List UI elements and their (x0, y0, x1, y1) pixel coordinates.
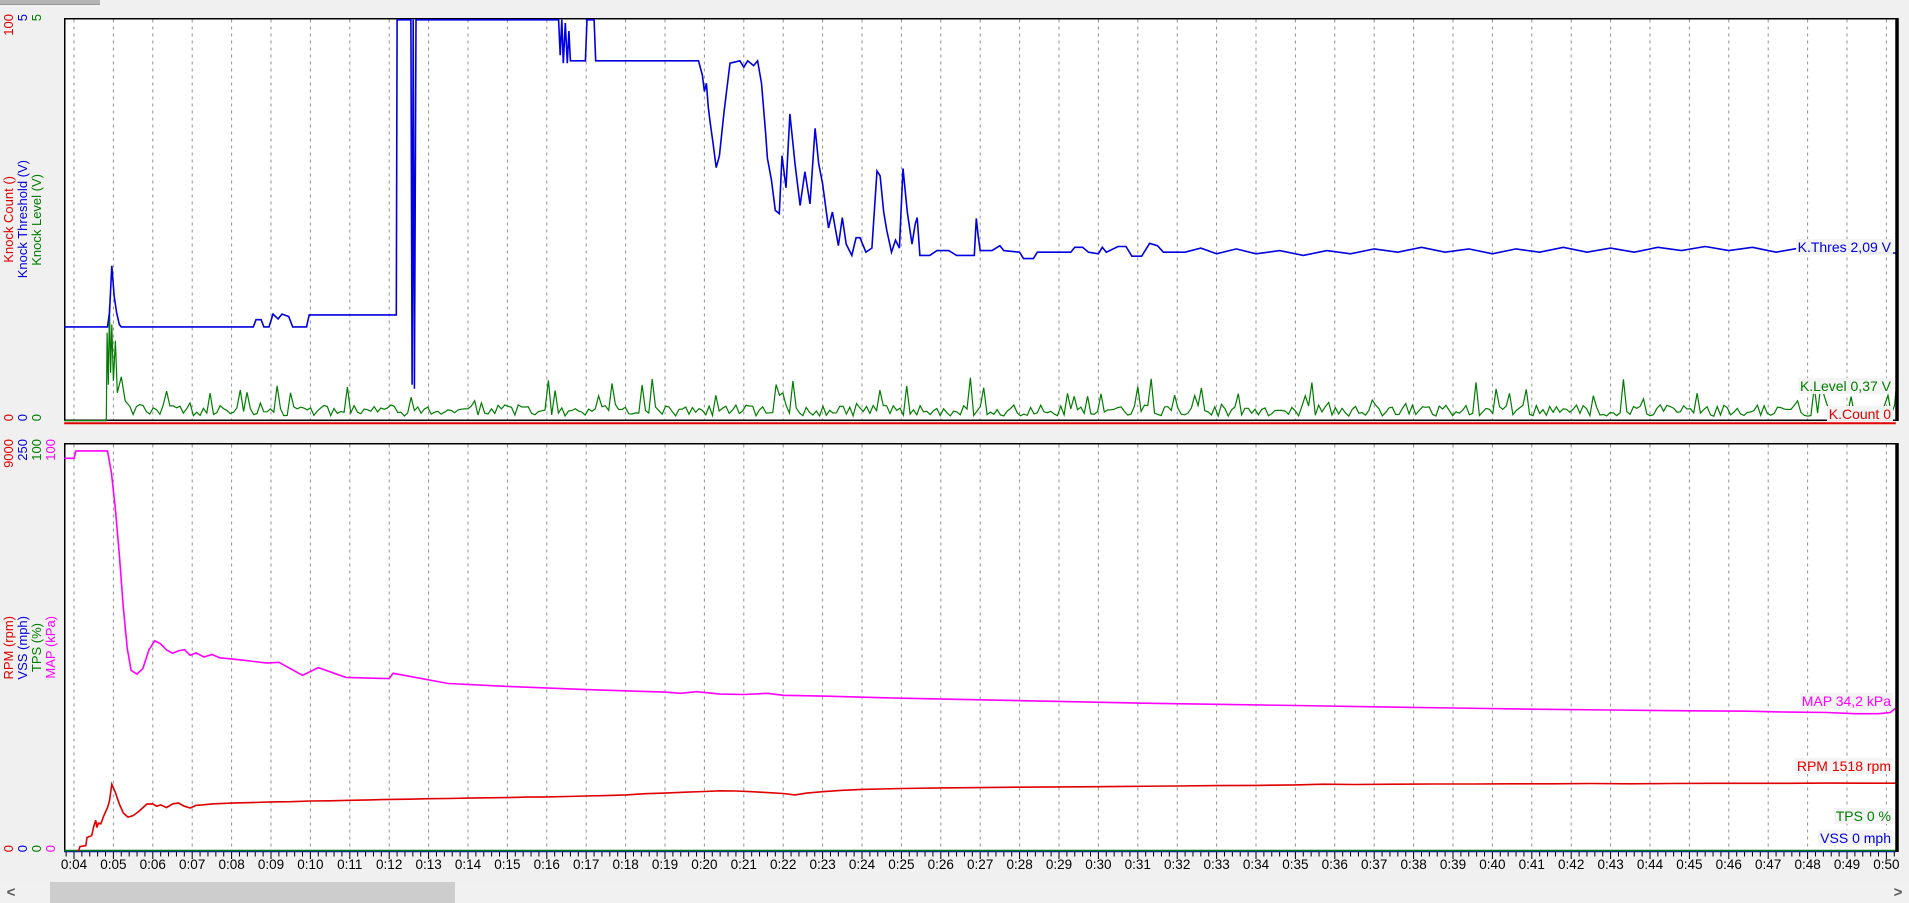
x-axis-tick-label: 0:26 (919, 857, 963, 872)
x-axis-tick-label: 0:19 (643, 857, 687, 872)
x-axis-tick-label: 0:07 (170, 857, 214, 872)
x-axis-tick-label: 0:29 (1037, 857, 1081, 872)
x-axis-tick-label: 0:28 (998, 857, 1042, 872)
knock-chart-plot[interactable] (64, 14, 1900, 428)
series-value-label: VSS 0 mph (1818, 830, 1893, 846)
plot-background (65, 444, 1897, 852)
x-axis-tick-label: 0:27 (958, 857, 1002, 872)
x-axis-tick-label: 0:36 (1313, 857, 1357, 872)
y-axis-max-label: 9000 (1, 439, 16, 495)
y-axis-min-label: 0 (1, 395, 16, 421)
y-axis-max-label: 100 (43, 439, 58, 495)
x-axis-tick-label: 0:04 (52, 857, 96, 872)
x-axis-tick-label: 0:49 (1825, 857, 1869, 872)
x-axis-tick-label: 0:43 (1589, 857, 1633, 872)
series-value-label: K.Count 0 (1827, 406, 1893, 422)
x-axis-tick-label: 0:16 (525, 857, 569, 872)
x-axis-tick-label: 0:20 (682, 857, 726, 872)
x-axis-tick-label: 0:21 (722, 857, 766, 872)
y-axis-title: Knock Threshold (V) (15, 18, 30, 421)
series-value-label: K.Thres 2,09 V (1796, 239, 1893, 255)
x-axis-tick-label: 0:35 (1273, 857, 1317, 872)
x-axis-tick-label: 0:45 (1667, 857, 1711, 872)
y-axis-min-label: 0 (43, 826, 58, 852)
series-value-label: K.Level 0,37 V (1798, 378, 1893, 394)
x-axis-tick-label: 0:37 (1352, 857, 1396, 872)
y-axis-max-label: 5 (15, 14, 30, 70)
x-axis-tick-label: 0:44 (1628, 857, 1672, 872)
y-axis-max-label: 100 (1, 14, 16, 70)
x-axis-tick-label: 0:25 (879, 857, 923, 872)
x-axis-tick-label: 0:40 (1470, 857, 1514, 872)
plot-background (65, 19, 1897, 421)
y-axis-min-label: 0 (29, 395, 44, 421)
x-axis-tick-label: 0:30 (1076, 857, 1120, 872)
series-value-label: TPS 0 % (1834, 808, 1893, 824)
x-axis-tick-label: 0:50 (1864, 857, 1908, 872)
y-axis-min-label: 0 (1, 826, 16, 852)
x-axis-tick-label: 0:06 (131, 857, 175, 872)
scrollbar-thumb[interactable] (50, 882, 455, 903)
y-axis-min-label: 0 (15, 395, 30, 421)
series-value-label: RPM 1518 rpm (1795, 758, 1893, 774)
x-axis-tick-label: 0:48 (1786, 857, 1830, 872)
x-axis-tick-label: 0:14 (446, 857, 490, 872)
x-axis-tick-label: 0:39 (1431, 857, 1475, 872)
x-axis-tick-label: 0:34 (1234, 857, 1278, 872)
x-axis-tick-label: 0:33 (1195, 857, 1239, 872)
y-axis-min-label: 0 (15, 826, 30, 852)
x-axis-tick-label: 0:05 (91, 857, 135, 872)
x-axis-tick-label: 0:18 (604, 857, 648, 872)
y-axis-title: VSS (mph) (15, 443, 30, 852)
scroll-left-arrow-icon[interactable]: < (2, 882, 20, 903)
y-axis-max-label: 5 (29, 14, 44, 70)
x-axis-tick-label: 0:42 (1549, 857, 1593, 872)
x-axis-tick-label: 0:09 (249, 857, 293, 872)
x-axis-tick-label: 0:08 (210, 857, 254, 872)
x-axis-tick-label: 0:11 (328, 857, 372, 872)
engine-chart-plot[interactable] (64, 443, 1900, 863)
x-axis-tick-label: 0:31 (1116, 857, 1160, 872)
x-axis-tick-label: 0:41 (1510, 857, 1554, 872)
y-axis-title: MAP (kPa) (43, 443, 58, 852)
x-axis-tick-label: 0:24 (840, 857, 884, 872)
y-axis-title: TPS (%) (29, 443, 44, 852)
scroll-right-arrow-icon[interactable]: > (1889, 882, 1907, 903)
x-axis-tick-label: 0:15 (485, 857, 529, 872)
y-axis-min-label: 0 (29, 826, 44, 852)
series-value-label: MAP 34,2 kPa (1800, 693, 1893, 709)
y-axis-max-label: 250 (15, 439, 30, 495)
x-axis-tick-label: 0:17 (564, 857, 608, 872)
x-axis-tick-label: 0:10 (288, 857, 332, 872)
x-axis-tick-label: 0:12 (367, 857, 411, 872)
x-axis-tick-label: 0:47 (1746, 857, 1790, 872)
logviewer-window: Knock Count ()1000Knock Threshold (V)50K… (0, 0, 1909, 903)
y-axis-title: Knock Count () (1, 18, 16, 421)
horizontal-scrollbar[interactable]: < > (0, 882, 1909, 903)
x-axis-tick-label: 0:13 (407, 857, 451, 872)
x-axis-tick-label: 0:38 (1392, 857, 1436, 872)
x-axis-tick-label: 0:22 (761, 857, 805, 872)
y-axis-max-label: 100 (29, 439, 44, 495)
top-scrollbar-fragment (0, 0, 100, 5)
y-axis-title: RPM (rpm) (1, 443, 16, 852)
x-axis-tick-label: 0:32 (1155, 857, 1199, 872)
y-axis-title: Knock Level (V) (29, 18, 44, 421)
x-axis-tick-label: 0:46 (1707, 857, 1751, 872)
x-axis-tick-label: 0:23 (801, 857, 845, 872)
